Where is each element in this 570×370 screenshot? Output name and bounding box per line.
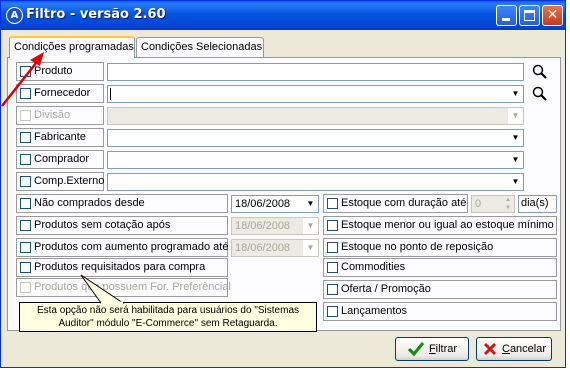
checkbox-box <box>20 282 31 293</box>
checkbox-box <box>20 242 31 253</box>
checkbox-box <box>327 242 338 253</box>
filter-dialog: A Filtro - versão 2.60 ✕ Condições progr… <box>0 0 566 368</box>
checkbox-label: Fabricante <box>34 131 86 143</box>
chevron-down-icon[interactable]: ▼ <box>303 196 318 212</box>
checkbox-box <box>20 154 31 165</box>
search-icon[interactable] <box>531 85 549 103</box>
checkbox-label: Divisão <box>34 109 71 121</box>
aumento-programado-date-picker: 18/06/2008 ▼ <box>231 239 319 257</box>
checkbox-label: Comp.Externo <box>34 175 105 187</box>
checkbox-box <box>20 220 31 231</box>
checkbox-label: Commodities <box>341 261 406 273</box>
checkbox-lancamentos[interactable]: Lançamentos <box>323 302 557 321</box>
checkbox-ponto-reposicao[interactable]: Estoque no ponto de reposição <box>323 238 557 257</box>
chevron-down-icon: ▼ <box>303 240 318 256</box>
text-caret <box>110 88 111 100</box>
window-title: Filtro - versão 2.60 <box>26 7 166 22</box>
checkbox-box <box>327 198 338 209</box>
search-icon[interactable] <box>531 63 549 81</box>
checkbox-estoque-minimo[interactable]: Estoque menor ou igual ao estoque mínimo <box>323 216 557 235</box>
date-value: 18/06/2008 <box>235 242 291 254</box>
checkbox-fabricante[interactable]: Fabricante <box>16 128 104 147</box>
checkbox-box <box>20 110 31 121</box>
checkbox-box <box>327 220 338 231</box>
checkbox-aumento-programado[interactable]: Produtos com aumento programado até <box>16 238 228 257</box>
checkbox-label: Estoque com duração até <box>341 197 467 209</box>
checkbox-label: Produtos sem cotação após <box>34 219 171 231</box>
checkbox-estoque-duracao[interactable]: Estoque com duração até <box>323 194 468 213</box>
close-icon: ✕ <box>546 7 559 23</box>
checkbox-box <box>20 132 31 143</box>
tab-condicoes-selecionadas[interactable]: Condições Selecionadas <box>136 37 264 57</box>
checkbox-box <box>327 262 338 273</box>
minimize-button[interactable] <box>496 5 517 26</box>
spinner-value: 0 <box>475 198 482 210</box>
tooltip-line-2: Auditor" módulo "E-Commerce" sem Retagua… <box>58 318 278 329</box>
checkbox-box <box>20 176 31 187</box>
checkbox-label: Oferta / Promoção <box>341 283 431 295</box>
checkbox-label: Estoque menor ou igual ao estoque mínimo <box>341 219 554 231</box>
comp-externo-select[interactable]: ▼ <box>107 173 524 191</box>
checkbox-comp-externo[interactable]: Comp.Externo <box>16 172 104 191</box>
chevron-down-icon[interactable]: ▼ <box>508 86 523 102</box>
checkbox-label: Produtos com aumento programado até <box>34 241 229 253</box>
fabricante-select[interactable]: ▼ <box>107 129 524 147</box>
checkbox-label: Produtos que possuem For. Preferêncial <box>34 281 231 293</box>
sem-cotacao-date-picker: 18/06/2008 ▼ <box>231 217 319 235</box>
cancel-button-label: Cancelar <box>501 343 547 356</box>
checkbox-box <box>327 284 338 295</box>
checkbox-sem-cotacao[interactable]: Produtos sem cotação após <box>16 216 228 235</box>
tooltip-line-1: Esta opção não será habilitada para usuá… <box>36 305 300 316</box>
divisao-select: ▼ <box>107 107 524 125</box>
checkbox-nao-comprados-desde[interactable]: Não comprados desde <box>16 194 228 213</box>
tooltip-pointer <box>80 274 125 304</box>
chevron-down-icon[interactable]: ▼ <box>508 130 523 146</box>
date-value: 18/06/2008 <box>235 198 291 210</box>
chevron-down-icon: ▼ <box>303 218 318 234</box>
checkbox-label: Não comprados desde <box>34 197 145 209</box>
filter-button[interactable]: Filtrar <box>395 337 469 361</box>
tooltip: Esta opção não será habilitada para usuá… <box>19 302 317 332</box>
close-icon <box>483 343 497 356</box>
checkbox-label: Produtos requisitados para compra <box>34 261 206 273</box>
date-value: 18/06/2008 <box>235 220 291 232</box>
checkbox-comprador[interactable]: Comprador <box>16 150 104 169</box>
checkbox-label: Estoque no ponto de reposição <box>341 241 494 253</box>
checkbox-box <box>327 306 338 317</box>
checkbox-commodities[interactable]: Commodities <box>323 258 557 277</box>
tab-label: Condições Selecionadas <box>141 41 263 53</box>
filter-button-label: Filtrar <box>428 343 458 356</box>
duracao-unit: dia(s) <box>518 195 557 213</box>
chevron-down-icon[interactable]: ▼ <box>508 152 523 168</box>
maximize-button[interactable] <box>519 5 540 26</box>
title-bar[interactable]: A Filtro - versão 2.60 ✕ <box>1 1 565 30</box>
checkbox-label: Comprador <box>34 153 90 165</box>
checkbox-label: Lançamentos <box>341 305 408 317</box>
duracao-spinner: 0 ▲ ▼ <box>471 195 515 213</box>
maximize-icon <box>524 10 535 21</box>
nao-comprados-date-picker[interactable]: 18/06/2008 ▼ <box>231 195 319 213</box>
checkbox-box <box>20 198 31 209</box>
minimize-icon <box>502 18 510 21</box>
checkbox-oferta-promocao[interactable]: Oferta / Promoção <box>323 280 557 299</box>
checkbox-box <box>20 262 31 273</box>
spinner-arrows-icon: ▲ ▼ <box>505 197 511 211</box>
comprador-select[interactable]: ▼ <box>107 151 524 169</box>
chevron-down-icon[interactable]: ▼ <box>508 174 523 190</box>
close-button[interactable]: ✕ <box>542 5 563 26</box>
annotation-arrow <box>1 52 44 107</box>
produto-input[interactable] <box>107 63 524 81</box>
fornecedor-select[interactable]: ▼ <box>107 85 524 103</box>
app-icon: A <box>6 7 23 24</box>
checkmark-icon <box>407 342 425 357</box>
cancel-button[interactable]: Cancelar <box>476 337 552 361</box>
chevron-down-icon: ▼ <box>508 108 523 124</box>
